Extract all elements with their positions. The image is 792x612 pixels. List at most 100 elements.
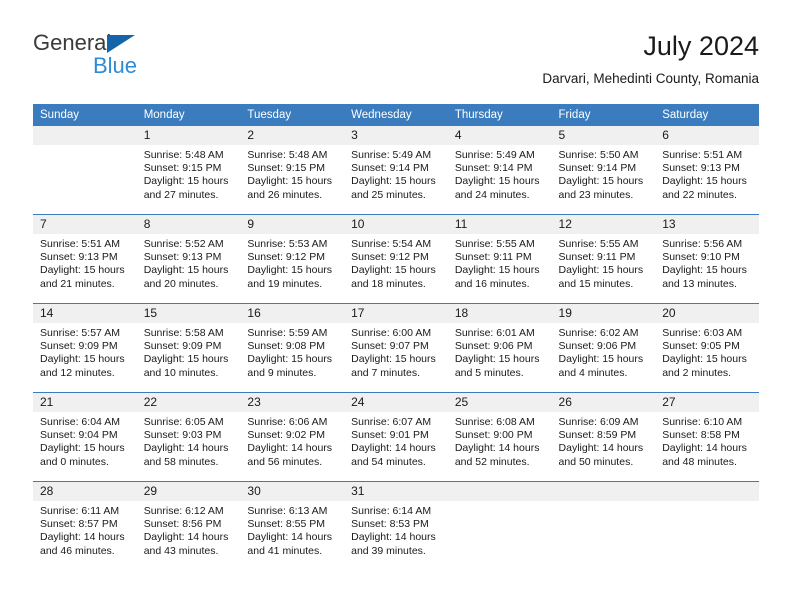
- calendar-day-cell[interactable]: 16 Sunrise: 5:59 AM Sunset: 9:08 PM Dayligh…: [240, 303, 345, 393]
- day-details: Sunrise: 5:56 AM Sunset: 9:10 PM Daylight:…: [655, 234, 759, 291]
- day-detail-sunrise: Sunrise: 5:58 AM: [143, 327, 224, 339]
- calendar-day-cell[interactable]: 28 Sunrise: 6:11 AM Sunset: 8:57 PM Dayligh…: [33, 481, 137, 570]
- calendar-day-cell[interactable]: 9 Sunrise: 5:53 AM Sunset: 9:12 PM Daylight…: [240, 214, 345, 304]
- day-detail-daylight1: Daylight: 15 hours: [454, 353, 540, 366]
- day-cell-inner: [33, 126, 137, 214]
- day-detail-daylight1: Daylight: 14 hours: [662, 442, 747, 455]
- calendar-week-row: 21 Sunrise: 6:04 AM Sunset: 9:04 PM Dayligh…: [33, 392, 759, 482]
- day-detail-sunset: Sunset: 9:04 PM: [40, 429, 118, 442]
- day-detail-sunrise: Sunrise: 6:02 AM: [558, 327, 639, 339]
- day-cell-inner: 30 Sunrise: 6:13 AM Sunset: 8:55 PM Dayligh…: [240, 482, 345, 570]
- calendar-day-cell[interactable]: 18 Sunrise: 6:01 AM Sunset: 9:06 PM Dayligh…: [447, 303, 552, 393]
- day-detail-daylight1: Daylight: 15 hours: [558, 353, 644, 366]
- day-detail-sunrise: Sunrise: 6:00 AM: [351, 327, 432, 339]
- day-number: 29: [136, 482, 241, 501]
- calendar-day-cell[interactable]: 7 Sunrise: 5:51 AM Sunset: 9:13 PM Daylight…: [33, 214, 137, 304]
- calendar-day-cell[interactable]: 31 Sunrise: 6:14 AM Sunset: 8:53 PM Dayligh…: [344, 481, 448, 570]
- day-detail-sunrise: Sunrise: 5:55 AM: [454, 238, 535, 250]
- day-detail-daylight2: and 56 minutes.: [247, 455, 323, 468]
- day-detail-sunset: Sunset: 8:55 PM: [247, 518, 326, 531]
- day-detail-daylight2: and 26 minutes.: [247, 188, 323, 201]
- day-cell-inner: 21 Sunrise: 6:04 AM Sunset: 9:04 PM Dayligh…: [33, 393, 137, 481]
- calendar-day-cell[interactable]: 12 Sunrise: 5:55 AM Sunset: 9:11 PM Dayligh…: [551, 214, 656, 304]
- day-cell-inner: 7 Sunrise: 5:51 AM Sunset: 9:13 PM Daylight…: [33, 215, 137, 303]
- day-details: Sunrise: 6:05 AM Sunset: 9:03 PM Daylight:…: [137, 412, 241, 469]
- calendar-grid: Sunday Monday Tuesday Wednesday Thursday Frid…: [33, 104, 759, 570]
- day-detail-sunset: Sunset: 9:14 PM: [558, 162, 637, 175]
- calendar-day-cell[interactable]: 6 Sunrise: 5:51 AM Sunset: 9:13 PM Daylight…: [655, 126, 759, 215]
- day-number: [551, 482, 656, 501]
- calendar-day-cell-empty: [447, 481, 552, 570]
- page-header: General Blue July 2024 Darvari, Mehedint…: [33, 30, 759, 96]
- calendar-body: 1 Sunrise: 5:48 AM Sunset: 9:15 PM Daylight…: [33, 126, 759, 570]
- calendar-day-cell[interactable]: 10 Sunrise: 5:54 AM Sunset: 9:12 PM Dayligh…: [344, 214, 448, 304]
- day-cell-inner: 4 Sunrise: 5:49 AM Sunset: 9:14 PM Daylight…: [447, 126, 552, 214]
- day-cell-inner: [655, 482, 759, 570]
- calendar-header-row: Sunday Monday Tuesday Wednesday Thursday Frid…: [33, 104, 759, 126]
- day-details: Sunrise: 6:09 AM Sunset: 8:59 PM Daylight:…: [552, 412, 656, 469]
- calendar-day-cell[interactable]: 2 Sunrise: 5:48 AM Sunset: 9:15 PM Daylight…: [240, 126, 345, 215]
- calendar-day-cell[interactable]: 4 Sunrise: 5:49 AM Sunset: 9:14 PM Daylight…: [447, 126, 552, 215]
- day-cell-inner: 17 Sunrise: 6:00 AM Sunset: 9:07 PM Dayligh…: [344, 304, 448, 392]
- day-details: Sunrise: 5:48 AM Sunset: 9:15 PM Daylight:…: [240, 145, 344, 202]
- day-detail-daylight1: Daylight: 14 hours: [351, 531, 436, 544]
- calendar-day-cell[interactable]: 5 Sunrise: 5:50 AM Sunset: 9:14 PM Daylight…: [551, 126, 656, 215]
- day-detail-sunrise: Sunrise: 5:50 AM: [558, 149, 639, 161]
- calendar-day-cell[interactable]: 26 Sunrise: 6:09 AM Sunset: 8:59 PM Dayligh…: [551, 392, 656, 482]
- calendar-day-cell[interactable]: 27 Sunrise: 6:10 AM Sunset: 8:58 PM Dayligh…: [655, 392, 759, 482]
- day-detail-daylight2: and 13 minutes.: [662, 277, 737, 290]
- calendar-day-cell-empty: [33, 126, 137, 215]
- calendar-day-cell[interactable]: 13 Sunrise: 5:56 AM Sunset: 9:10 PM Dayligh…: [655, 214, 759, 304]
- calendar-day-cell[interactable]: 22 Sunrise: 6:05 AM Sunset: 9:03 PM Dayligh…: [136, 392, 241, 482]
- day-detail-daylight2: and 48 minutes.: [662, 455, 737, 468]
- day-detail-daylight2: and 41 minutes.: [247, 544, 323, 557]
- calendar-page: General Blue July 2024 Darvari, Mehedint…: [0, 0, 792, 612]
- day-details: Sunrise: 6:13 AM Sunset: 8:55 PM Daylight:…: [240, 501, 344, 558]
- day-details: Sunrise: 5:53 AM Sunset: 9:12 PM Daylight:…: [240, 234, 344, 291]
- day-details: Sunrise: 6:14 AM Sunset: 8:53 PM Daylight:…: [344, 501, 448, 558]
- calendar-day-cell[interactable]: 14 Sunrise: 5:57 AM Sunset: 9:09 PM Dayligh…: [33, 303, 137, 393]
- calendar-day-cell[interactable]: 23 Sunrise: 6:06 AM Sunset: 9:02 PM Dayligh…: [240, 392, 345, 482]
- day-cell-inner: 13 Sunrise: 5:56 AM Sunset: 9:10 PM Dayligh…: [655, 215, 759, 303]
- day-cell-inner: 8 Sunrise: 5:52 AM Sunset: 9:13 PM Daylight…: [136, 215, 241, 303]
- calendar-day-cell[interactable]: 11 Sunrise: 5:55 AM Sunset: 9:11 PM Dayligh…: [447, 214, 552, 304]
- calendar-day-cell[interactable]: 8 Sunrise: 5:52 AM Sunset: 9:13 PM Daylight…: [136, 214, 241, 304]
- calendar-day-cell[interactable]: 21 Sunrise: 6:04 AM Sunset: 9:04 PM Dayligh…: [33, 392, 137, 482]
- day-detail-daylight1: Daylight: 14 hours: [351, 442, 436, 455]
- day-detail-sunrise: Sunrise: 6:11 AM: [40, 505, 120, 517]
- day-details: Sunrise: 6:12 AM Sunset: 8:56 PM Daylight:…: [137, 501, 241, 558]
- day-detail-sunset: Sunset: 9:06 PM: [454, 340, 533, 353]
- calendar-day-cell[interactable]: 17 Sunrise: 6:00 AM Sunset: 9:07 PM Dayligh…: [344, 303, 448, 393]
- calendar-day-cell[interactable]: 20 Sunrise: 6:03 AM Sunset: 9:05 PM Dayligh…: [655, 303, 759, 393]
- logo-general-blue[interactable]: General Blue: [33, 30, 233, 86]
- day-detail-sunset: Sunset: 9:14 PM: [454, 162, 533, 175]
- day-detail-daylight1: Daylight: 15 hours: [40, 442, 125, 455]
- calendar-day-cell[interactable]: 1 Sunrise: 5:48 AM Sunset: 9:15 PM Daylight…: [136, 126, 241, 215]
- day-detail-sunrise: Sunrise: 5:56 AM: [662, 238, 743, 250]
- logo-triangle-icon: [107, 35, 135, 53]
- day-detail-daylight2: and 5 minutes.: [454, 366, 524, 379]
- day-cell-inner: 28 Sunrise: 6:11 AM Sunset: 8:57 PM Dayligh…: [33, 482, 137, 570]
- day-detail-daylight2: and 2 minutes.: [662, 366, 732, 379]
- day-detail-daylight2: and 7 minutes.: [351, 366, 420, 379]
- day-number: 8: [136, 215, 241, 234]
- calendar-day-cell[interactable]: 24 Sunrise: 6:07 AM Sunset: 9:01 PM Dayligh…: [344, 392, 448, 482]
- calendar-day-cell[interactable]: 25 Sunrise: 6:08 AM Sunset: 9:00 PM Dayligh…: [447, 392, 552, 482]
- day-detail-sunset: Sunset: 9:13 PM: [143, 251, 222, 264]
- day-cell-inner: 9 Sunrise: 5:53 AM Sunset: 9:12 PM Daylight…: [240, 215, 345, 303]
- day-detail-sunrise: Sunrise: 6:03 AM: [662, 327, 743, 339]
- calendar-day-cell[interactable]: 15 Sunrise: 5:58 AM Sunset: 9:09 PM Dayligh…: [136, 303, 241, 393]
- day-detail-daylight1: Daylight: 15 hours: [662, 175, 747, 188]
- day-details: Sunrise: 6:07 AM Sunset: 9:01 PM Daylight:…: [344, 412, 448, 469]
- day-detail-daylight1: Daylight: 15 hours: [40, 353, 125, 366]
- day-number: 10: [344, 215, 448, 234]
- calendar-day-cell[interactable]: 29 Sunrise: 6:12 AM Sunset: 8:56 PM Dayligh…: [136, 481, 241, 570]
- day-detail-sunset: Sunset: 9:11 PM: [558, 251, 636, 264]
- day-detail-daylight2: and 46 minutes.: [40, 544, 115, 557]
- calendar-day-cell[interactable]: 19 Sunrise: 6:02 AM Sunset: 9:06 PM Dayligh…: [551, 303, 656, 393]
- day-number: 1: [136, 126, 241, 145]
- calendar-day-cell[interactable]: 30 Sunrise: 6:13 AM Sunset: 8:55 PM Dayligh…: [240, 481, 345, 570]
- weekday-header-tuesday: Tuesday: [240, 104, 345, 126]
- calendar-day-cell[interactable]: 3 Sunrise: 5:49 AM Sunset: 9:14 PM Daylight…: [344, 126, 448, 215]
- day-detail-daylight2: and 19 minutes.: [247, 277, 323, 290]
